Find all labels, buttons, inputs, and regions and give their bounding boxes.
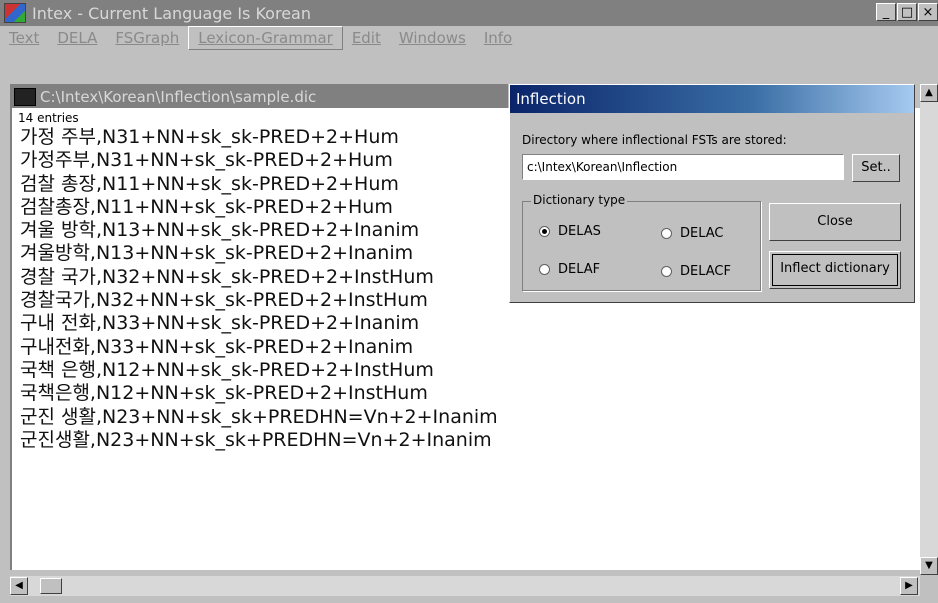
list-item[interactable]: 군진생활,N23+NN+sk_sk+PREDHN=Vn+2+Inanim (12, 429, 922, 452)
radio-delaf[interactable]: DELAF (539, 262, 600, 277)
dialog-title[interactable]: Inflection (510, 85, 914, 113)
list-item[interactable]: 군진 생활,N23+NN+sk_sk+PREDHN=Vn+2+Inanim (12, 406, 922, 429)
document-icon[interactable] (14, 88, 36, 106)
radio-delaf-label: DELAF (558, 262, 601, 277)
menu-text-label: Text (9, 29, 40, 47)
menu-dela[interactable]: DELA (48, 27, 106, 49)
dictionary-type-label: Dictionary type (531, 193, 628, 207)
radio-delacf[interactable]: DELACF (661, 264, 731, 279)
minimize-button[interactable]: _ (876, 3, 896, 21)
scroll-right-icon[interactable]: ▶ (900, 577, 918, 595)
close-button[interactable]: × (918, 3, 938, 21)
list-item[interactable]: 국책은행,N12+NN+sk_sk-PRED+2+InstHum (12, 382, 922, 405)
scroll-up-icon[interactable]: ▲ (920, 84, 938, 102)
menu-fsgraph[interactable]: FSGraph (106, 27, 188, 49)
radio-empty-icon (661, 228, 672, 239)
resize-grip-icon[interactable] (920, 576, 938, 596)
radio-selected-icon (539, 226, 550, 237)
menu-info-label: Info (483, 29, 513, 47)
radio-empty-icon (539, 264, 550, 275)
intex-app-icon[interactable] (4, 3, 26, 23)
scroll-left-icon[interactable]: ◀ (10, 577, 28, 595)
list-item[interactable]: 국책 은행,N12+NN+sk_sk-PRED+2+InstHum (12, 359, 922, 382)
radio-empty-icon (661, 266, 672, 277)
directory-label: Directory where inflectional FSTs are st… (522, 133, 787, 147)
menu-windows[interactable]: Windows (390, 27, 475, 49)
menu-edit[interactable]: Edit (343, 27, 390, 49)
radio-delas[interactable]: DELAS (539, 224, 601, 239)
horizontal-scroll-thumb[interactable] (40, 578, 62, 594)
menu-bar: Text DELA FSGraph Lexicon-Grammar Edit W… (0, 26, 938, 50)
radio-delas-label: DELAS (558, 224, 601, 239)
window-title: Intex - Current Language Is Korean (32, 3, 311, 23)
set-button[interactable]: Set.. (852, 154, 900, 182)
menu-dela-label: DELA (57, 29, 98, 47)
menu-lexicon-grammar-label: Lexicon-Grammar (198, 29, 333, 47)
directory-input[interactable]: c:\Intex\Korean\Inflection (522, 154, 844, 180)
maximize-button[interactable]: □ (897, 3, 917, 21)
scroll-down-icon[interactable]: ▼ (920, 557, 938, 575)
inflect-dictionary-button[interactable]: Inflect dictionary (769, 251, 901, 289)
menu-text[interactable]: Text (0, 27, 48, 49)
list-item[interactable]: 구내전화,N33+NN+sk_sk-PRED+2+Inanim (12, 336, 922, 359)
menu-lexicon-grammar[interactable]: Lexicon-Grammar (188, 26, 343, 50)
menu-fsgraph-label: FSGraph (115, 29, 180, 47)
dictionary-type-group: Dictionary type DELAS DELAC DELAF DELACF (522, 193, 761, 291)
intex-app-window: Intex - Current Language Is Korean _ □ ×… (0, 0, 938, 603)
document-title-bar[interactable]: C:\Intex\Korean\Inflection\sample.dic (10, 84, 508, 110)
vertical-scrollbar[interactable]: ▲ ▼ (920, 84, 938, 575)
window-controls: _ □ × (875, 3, 938, 21)
radio-delac[interactable]: DELAC (661, 226, 724, 241)
horizontal-scrollbar[interactable]: ◀ ▶ (10, 576, 920, 596)
close-dialog-button[interactable]: Close (769, 203, 901, 241)
radio-delac-label: DELAC (680, 226, 724, 241)
inflection-dialog: Inflection Directory where inflectional … (509, 84, 915, 303)
document-title: C:\Intex\Korean\Inflection\sample.dic (40, 88, 317, 106)
menu-info[interactable]: Info (475, 27, 521, 49)
radio-delacf-label: DELACF (680, 264, 731, 279)
menu-edit-label: Edit (351, 29, 381, 47)
title-bar[interactable]: Intex - Current Language Is Korean _ □ × (0, 0, 938, 26)
menu-windows-label: Windows (398, 29, 466, 47)
list-item[interactable]: 구내 전화,N33+NN+sk_sk-PRED+2+Inanim (12, 312, 922, 335)
